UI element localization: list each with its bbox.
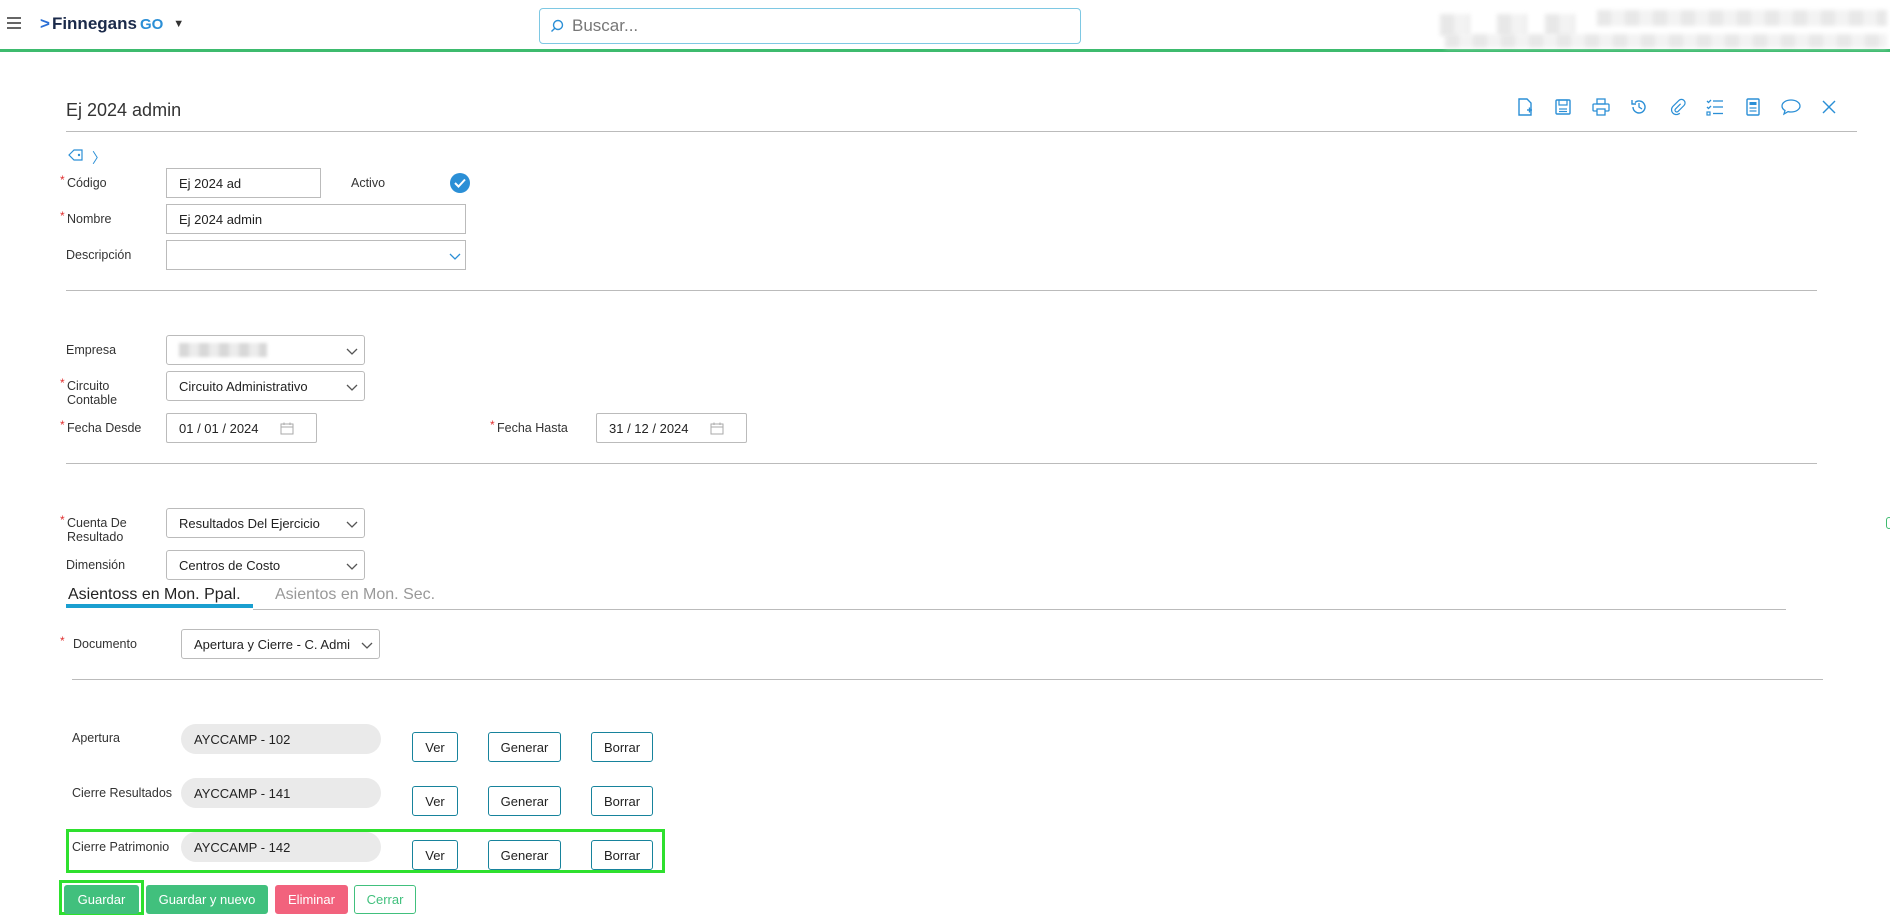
side-panel-handle[interactable] <box>1886 517 1890 529</box>
report-icon[interactable] <box>1734 95 1772 119</box>
page-title: Ej 2024 admin <box>66 100 182 120</box>
apertura-generar-button[interactable]: Generar <box>488 732 561 762</box>
apertura-label: Apertura <box>72 731 120 745</box>
history-icon[interactable] <box>1620 95 1658 119</box>
circuito-value: Circuito Administrativo <box>179 378 308 394</box>
cuenta-resultado-label: * Cuenta De Resultado <box>60 513 127 544</box>
fecha-desde-label: * Fecha Desde <box>60 418 142 435</box>
nombre-field[interactable] <box>166 204 466 234</box>
cierre-patrimonio-ver-button[interactable]: Ver <box>412 840 458 870</box>
logo-chevron-icon: > <box>40 14 50 33</box>
empresa-label: Empresa <box>66 343 117 357</box>
section-divider <box>66 463 1817 464</box>
nombre-input[interactable] <box>179 211 465 227</box>
cuenta-value: Resultados Del Ejercicio <box>179 515 320 531</box>
eliminar-button[interactable]: Eliminar <box>275 885 348 914</box>
check-icon <box>454 178 466 188</box>
print-icon[interactable] <box>1582 95 1620 119</box>
search-input[interactable] <box>572 16 1052 36</box>
tab-mon-sec[interactable]: Asientos en Mon. Sec. <box>275 586 435 604</box>
cuenta-resultado-select[interactable]: Resultados Del Ejercicio <box>166 508 365 538</box>
logo-text: Finnegans <box>51 14 137 33</box>
circuito-select[interactable]: Circuito Administrativo <box>166 371 365 401</box>
attach-icon[interactable] <box>1658 95 1696 119</box>
fecha-hasta-value: 31 / 12 / 2024 <box>609 420 689 436</box>
tabs-divider <box>253 609 1786 610</box>
chevron-down-icon[interactable] <box>346 380 358 395</box>
comment-icon[interactable] <box>1772 95 1810 119</box>
fecha-desde-field[interactable]: 01 / 01 / 2024 <box>166 413 317 443</box>
activo-label: Activo <box>351 176 386 190</box>
chevron-down-icon[interactable] <box>361 638 373 653</box>
divider <box>66 131 1857 132</box>
cierre-resultados-ver-button[interactable]: Ver <box>412 786 458 816</box>
close-icon[interactable] <box>1810 95 1848 119</box>
documento-value: Apertura y Cierre - C. Admi <box>194 636 351 652</box>
calendar-icon[interactable] <box>280 422 294 438</box>
blurred-icon[interactable] <box>1545 14 1575 36</box>
nombre-label: * Nombre <box>60 209 112 226</box>
user-menu-blurred[interactable] <box>1440 14 1470 36</box>
descripcion-label: Descripción <box>66 248 132 262</box>
chevron-down-icon[interactable] <box>346 517 358 532</box>
activo-checkbox[interactable] <box>450 173 470 193</box>
empresa-select[interactable] <box>166 335 365 365</box>
search-box[interactable] <box>539 8 1081 44</box>
documento-select[interactable]: Apertura y Cierre - C. Admi <box>181 629 380 659</box>
circuito-label: * Circuito Contable <box>60 376 118 407</box>
logo-go: GO <box>139 15 164 33</box>
save-icon[interactable] <box>1544 95 1582 119</box>
cierre-resultados-label: Cierre Resultados <box>72 786 173 800</box>
codigo-field[interactable] <box>166 168 321 198</box>
caret-down-icon[interactable]: ▼ <box>173 18 184 30</box>
fecha-hasta-field[interactable]: 31 / 12 / 2024 <box>596 413 747 443</box>
cierre-patrimonio-label: Cierre Patrimonio <box>72 840 170 854</box>
documento-label: * Documento <box>60 634 137 651</box>
section-divider <box>66 290 1817 291</box>
cierre-patrimonio-borrar-button[interactable]: Borrar <box>591 840 653 870</box>
chevron-down-icon[interactable] <box>346 559 358 574</box>
section-divider <box>72 679 1823 680</box>
cierre-patrimonio-value: AYCCAMP - 142 <box>181 832 381 862</box>
top-bar: > Finnegans GO ▼ <box>0 0 1890 52</box>
blurred-company-info <box>1445 34 1887 48</box>
breadcrumb: 〉 <box>68 148 106 168</box>
cierre-resultados-generar-button[interactable]: Generar <box>488 786 561 816</box>
active-tab-indicator <box>66 604 253 608</box>
guardar-y-nuevo-button[interactable]: Guardar y nuevo <box>146 885 268 914</box>
codigo-label: * Código <box>60 173 107 190</box>
apertura-value: AYCCAMP - 102 <box>181 724 381 754</box>
apertura-ver-button[interactable]: Ver <box>412 732 458 762</box>
checklist-icon[interactable] <box>1696 95 1734 119</box>
fecha-hasta-label: * Fecha Hasta <box>490 418 568 435</box>
apertura-borrar-button[interactable]: Borrar <box>591 732 653 762</box>
calendar-icon[interactable] <box>710 422 724 438</box>
chevron-down-icon[interactable] <box>449 249 461 264</box>
hamburger-menu-icon[interactable] <box>7 17 21 29</box>
dimension-select[interactable]: Centros de Costo <box>166 550 365 580</box>
codigo-input[interactable] <box>179 175 320 191</box>
dimension-value: Centros de Costo <box>179 557 281 573</box>
chevron-right-icon[interactable]: 〉 <box>92 148 106 168</box>
new-document-icon[interactable] <box>1506 95 1544 119</box>
blurred-user-info <box>1597 10 1887 26</box>
app-logo[interactable]: > Finnegans GO ▼ <box>40 14 184 34</box>
dimension-label: Dimensión <box>66 558 126 572</box>
blurred-empresa-value <box>179 343 267 357</box>
form-toolbar <box>1506 95 1848 119</box>
cierre-resultados-borrar-button[interactable]: Borrar <box>591 786 653 816</box>
cierre-resultados-value: AYCCAMP - 141 <box>181 778 381 808</box>
tab-mon-ppal[interactable]: Asientoss en Mon. Ppal. <box>68 586 241 604</box>
descripcion-field[interactable] <box>166 240 466 270</box>
search-icon <box>551 19 564 32</box>
guardar-button[interactable]: Guardar <box>64 885 139 914</box>
blurred-icon[interactable] <box>1497 14 1527 36</box>
cerrar-button[interactable]: Cerrar <box>354 885 416 914</box>
chevron-down-icon[interactable] <box>346 344 358 359</box>
fecha-desde-value: 01 / 01 / 2024 <box>179 420 259 436</box>
tag-icon[interactable] <box>68 148 84 168</box>
cierre-patrimonio-generar-button[interactable]: Generar <box>488 840 561 870</box>
